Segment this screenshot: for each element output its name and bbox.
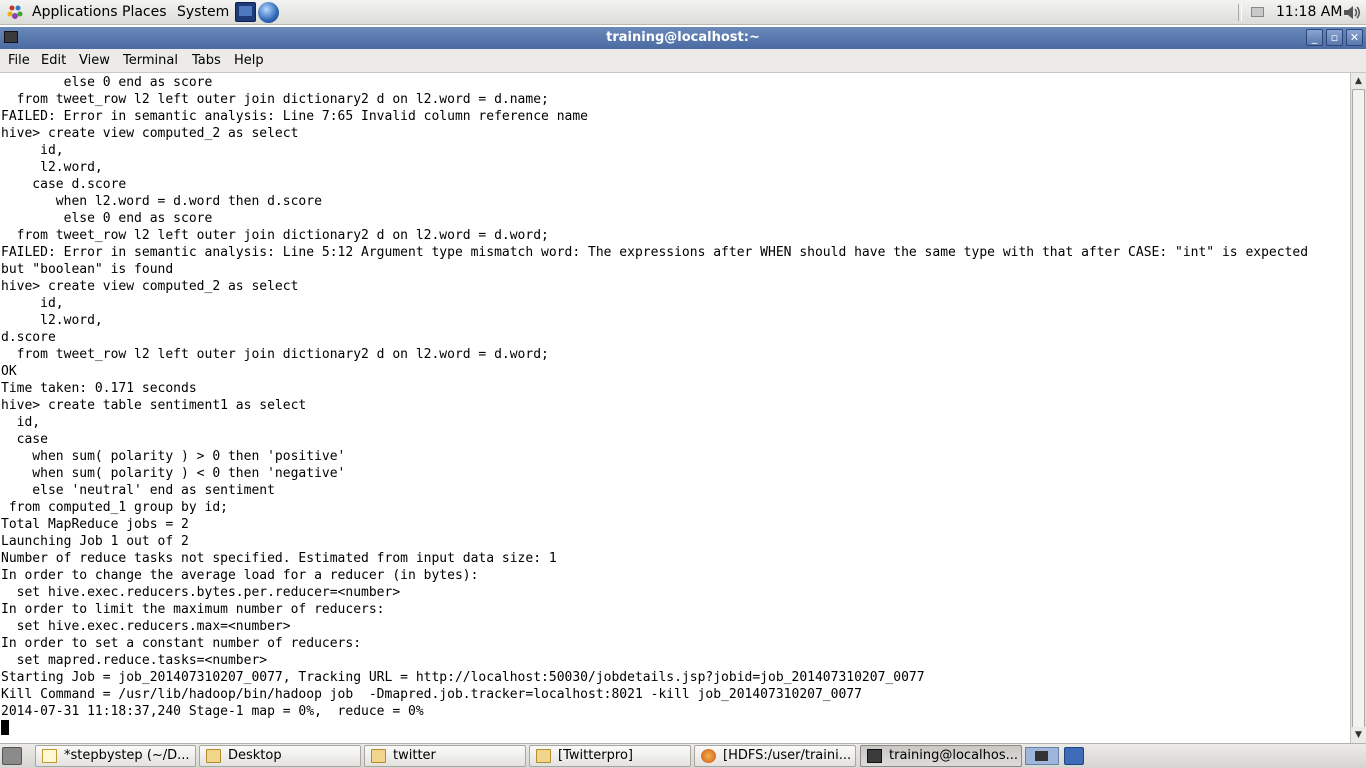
terminal-line: id, [1, 296, 64, 311]
taskbar-button[interactable]: twitter [364, 745, 526, 767]
taskbar-button-label: [HDFS:/user/traini... [723, 748, 852, 763]
menu-terminal[interactable]: Terminal [123, 52, 178, 70]
terminal-line: hive> create view computed_2 as select [1, 126, 299, 141]
scrollbar-thumb[interactable] [1352, 89, 1365, 751]
terminal-text: else 0 end as score from tweet_row l2 le… [1, 74, 1308, 737]
close-button[interactable]: ✕ [1346, 29, 1363, 46]
terminal-line: Time taken: 0.171 seconds [1, 381, 197, 396]
terminal-line: id, [1, 143, 64, 158]
terminal-line: In order to change the average load for … [1, 568, 479, 583]
bottom-panel: *stepbystep (~/D... Desktop twitter [Twitte… [0, 743, 1366, 768]
terminal-line: from tweet_row l2 left outer join dictio… [1, 92, 549, 107]
scroll-down-arrow-icon[interactable]: ▼ [1351, 727, 1366, 743]
window-title: training@localhost:~ [606, 30, 760, 45]
terminal-line: from tweet_row l2 left outer join dictio… [1, 228, 549, 243]
vertical-scrollbar[interactable]: ▲ ▼ [1350, 73, 1366, 751]
workspace-2-switcher[interactable] [1064, 747, 1084, 765]
window-titlebar[interactable]: training@localhost:~ _ ▫ ✕ [0, 27, 1366, 49]
terminal-line: set hive.exec.reducers.max=<number> [1, 619, 291, 634]
web-browser-launcher-icon[interactable] [258, 2, 279, 23]
taskbar-button[interactable]: training@localhos... [860, 745, 1022, 767]
terminal-line: from tweet_row l2 left outer join dictio… [1, 347, 549, 362]
terminal-line: d.score [1, 330, 56, 345]
terminal-line: set hive.exec.reducers.bytes.per.reducer… [1, 585, 401, 600]
terminal-line: l2.word, [1, 160, 103, 175]
taskbar-button[interactable]: [Twitterpro] [529, 745, 691, 767]
taskbar-button-label: twitter [393, 748, 436, 763]
terminal-line: FAILED: Error in semantic analysis: Line… [1, 109, 588, 124]
terminal-line: OK [1, 364, 17, 379]
terminal-line: when l2.word = d.word then d.score [1, 194, 322, 209]
terminal-line: set mapred.reduce.tasks=<number> [1, 653, 268, 668]
places-menu[interactable]: Places [122, 3, 167, 21]
terminal-line: Kill Command = /usr/lib/hadoop/bin/hadoo… [1, 687, 862, 702]
terminal-output-area[interactable]: else 0 end as score from tweet_row l2 le… [0, 73, 1350, 743]
terminal-icon [867, 749, 882, 763]
taskbar-button[interactable]: Desktop [199, 745, 361, 767]
terminal-line: Number of reduce tasks not specified. Es… [1, 551, 557, 566]
taskbar-button[interactable]: *stepbystep (~/D... [35, 745, 196, 767]
terminal-menubar: File Edit View Terminal Tabs Help [0, 49, 1366, 73]
taskbar-button[interactable]: [HDFS:/user/traini... [694, 745, 856, 767]
menu-view[interactable]: View [79, 52, 110, 70]
terminal-line: Starting Job = job_201407310207_0077, Tr… [1, 670, 925, 685]
terminal-line: else 'neutral' end as sentiment [1, 483, 275, 498]
taskbar-button-label: [Twitterpro] [558, 748, 633, 763]
volume-icon[interactable] [1342, 3, 1362, 22]
system-menu[interactable]: System [177, 3, 229, 21]
terminal-line: else 0 end as score [1, 211, 213, 226]
scroll-up-arrow-icon[interactable]: ▲ [1351, 73, 1366, 89]
workspace-1-switcher[interactable] [1025, 747, 1059, 765]
terminal-line: Launching Job 1 out of 2 [1, 534, 189, 549]
terminal-line: In order to limit the maximum number of … [1, 602, 385, 617]
maximize-button[interactable]: ▫ [1326, 29, 1343, 46]
applications-menu[interactable]: Applications [32, 3, 118, 21]
terminal-launcher-icon[interactable] [235, 2, 256, 22]
menu-help[interactable]: Help [234, 52, 264, 70]
terminal-line: id, [1, 415, 41, 430]
terminal-line: hive> create table sentiment1 as select [1, 398, 307, 413]
menu-tabs[interactable]: Tabs [192, 52, 221, 70]
keyboard-indicator-icon[interactable] [1251, 7, 1264, 17]
terminal-line: hive> create view computed_2 as select [1, 279, 299, 294]
taskbar-button-label: Desktop [228, 748, 282, 763]
terminal-line: when sum( polarity ) > 0 then 'positive' [1, 449, 346, 464]
terminal-cursor [1, 720, 9, 735]
show-desktop-icon[interactable] [2, 747, 22, 765]
terminal-line: l2.word, [1, 313, 103, 328]
terminal-line: FAILED: Error in semantic analysis: Line… [1, 245, 1309, 260]
top-panel: Applications Places System 11:18 AM [0, 0, 1366, 25]
terminal-line: Total MapReduce jobs = 2 [1, 517, 189, 532]
terminal-line: else 0 end as score [1, 75, 213, 90]
gnome-foot-icon[interactable] [6, 4, 24, 21]
terminal-line: In order to set a constant number of red… [1, 636, 362, 651]
text-editor-icon [42, 749, 57, 763]
folder-icon [536, 749, 551, 763]
menu-file[interactable]: File [8, 52, 30, 70]
panel-divider [1238, 4, 1242, 21]
clock[interactable]: 11:18 AM [1276, 3, 1342, 21]
menu-edit[interactable]: Edit [41, 52, 66, 70]
folder-icon [206, 749, 221, 763]
firefox-icon [701, 749, 716, 763]
terminal-line: case [1, 432, 48, 447]
minimize-button[interactable]: _ [1306, 29, 1323, 46]
folder-icon [371, 749, 386, 763]
terminal-line: when sum( polarity ) < 0 then 'negative' [1, 466, 346, 481]
terminal-line: 2014-07-31 11:18:37,240 Stage-1 map = 0%… [1, 704, 424, 719]
taskbar-button-label: *stepbystep (~/D... [64, 748, 190, 763]
terminal-line: case d.score [1, 177, 127, 192]
terminal-line: but "boolean" is found [1, 262, 174, 277]
terminal-line: from computed_1 group by id; [1, 500, 228, 515]
taskbar-button-label: training@localhos... [889, 748, 1019, 763]
